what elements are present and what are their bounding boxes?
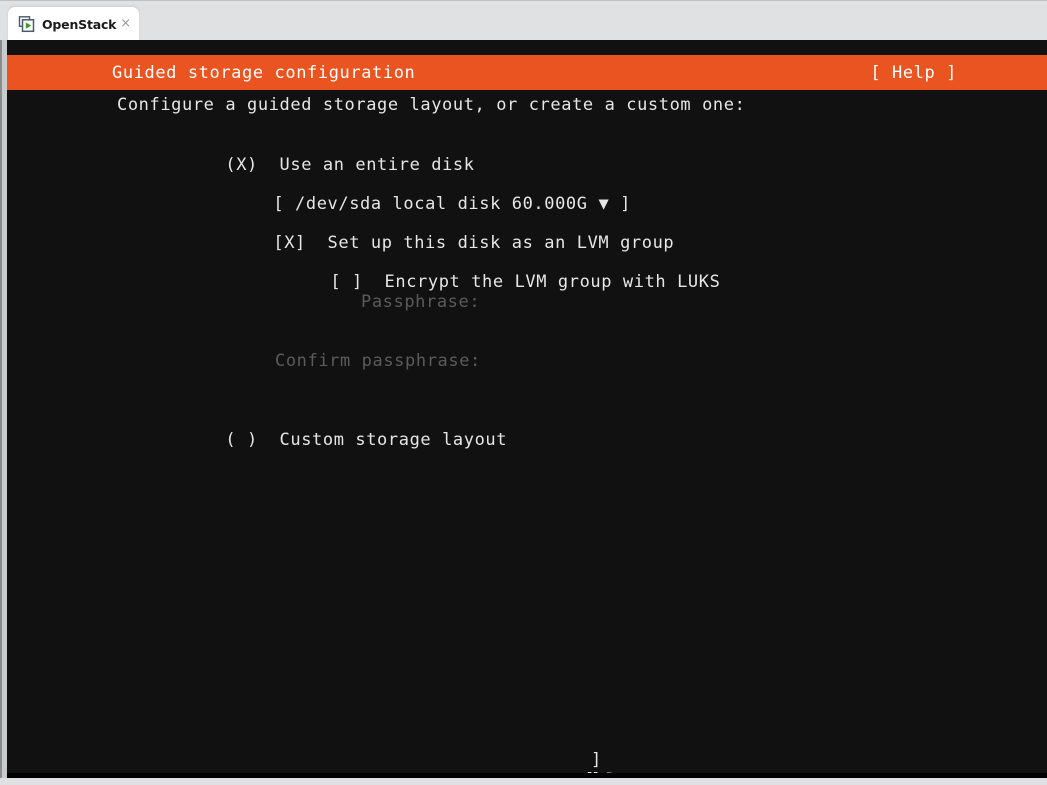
checkbox-lvm-group-marker: [X] [273,233,306,253]
browser-tab-openstack[interactable]: OpenStack × [8,7,139,41]
disk-select-open-bracket: [ [273,194,285,214]
page-title: Guided storage configuration [112,62,416,83]
window-bottom-edge [0,778,1047,785]
terminal-window-frame: Guided storage configuration [ Help ] Co… [0,40,1047,785]
openstack-window-play-icon [18,15,35,33]
done-button-close-bracket: ] [591,750,602,770]
checkbox-luks-encrypt-marker: [ ] [330,272,363,292]
radio-use-entire-disk-marker: (X) [225,155,258,175]
browser-window: OpenStack × Guided storage configuration… [0,0,1047,785]
close-icon[interactable]: × [116,17,133,32]
browser-tab-title: OpenStack [42,16,117,32]
chevron-down-icon: ▼ [598,194,610,214]
intro-text: Configure a guided storage layout, or cr… [117,95,746,115]
disk-select-close-bracket: ] [620,194,631,214]
help-button[interactable]: [ Help ] [870,63,957,83]
installer-header-bar: Guided storage configuration [ Help ] [7,55,1047,90]
passphrase-label: Passphrase: [361,292,481,312]
radio-use-entire-disk-label: Use an entire disk [279,155,475,175]
checkbox-luks-encrypt-label: Encrypt the LVM group with LUKS [384,272,721,292]
confirm-passphrase-label: Confirm passphrase: [275,351,481,371]
radio-custom-storage-layout[interactable]: ( ) Custom storage layout [117,410,507,470]
browser-tab-bar: OpenStack × [0,0,1047,41]
radio-custom-storage-layout-marker: ( ) [225,430,258,450]
radio-custom-storage-layout-label: Custom storage layout [279,430,508,450]
disk-select-value: /dev/sda local disk 60.000G [295,194,588,214]
terminal-screen: Guided storage configuration [ Help ] Co… [7,40,1047,778]
checkbox-lvm-group-label: Set up this disk as an LVM group [327,233,675,253]
